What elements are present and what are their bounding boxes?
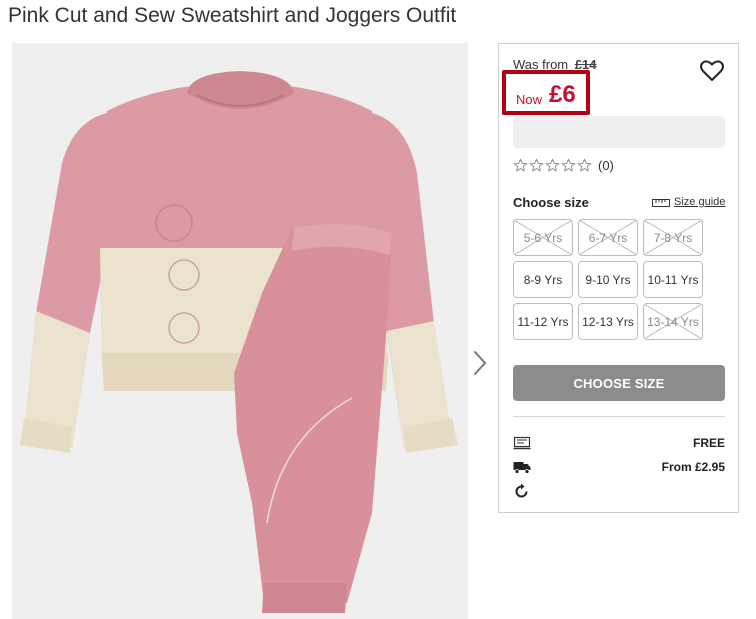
click-collect-value: FREE: [692, 436, 725, 450]
returns-row: [513, 482, 725, 500]
now-price-highlight: Now £6: [502, 70, 590, 115]
store-icon: [513, 436, 531, 450]
size-guide-link[interactable]: Size guide: [652, 196, 725, 208]
size-option-label: 9-10 Yrs: [585, 272, 631, 287]
divider: [513, 416, 725, 417]
size-option[interactable]: 8-9 Yrs: [513, 261, 573, 298]
size-option-label: 7-8 Yrs: [653, 230, 693, 245]
purchase-panel: Was from £14 Now £6 (0) Choose size Size…: [498, 43, 739, 513]
choose-size-label: Choose size: [513, 195, 589, 210]
star-outline-icon: [513, 158, 528, 172]
product-title: Pink Cut and Sew Sweatshirt and Joggers …: [8, 4, 457, 27]
choose-size-button[interactable]: CHOOSE SIZE: [513, 365, 725, 401]
star-outline-icon: [561, 158, 576, 172]
size-option-label: 12-13 Yrs: [582, 314, 634, 329]
size-option[interactable]: 7-8 Yrs: [643, 219, 703, 256]
size-option[interactable]: 12-13 Yrs: [578, 303, 638, 340]
star-outline-icon: [529, 158, 544, 172]
now-price: £6: [549, 81, 576, 108]
chevron-right-icon[interactable]: [472, 350, 488, 376]
ruler-icon: [652, 199, 670, 207]
star-outline-icon: [577, 158, 592, 172]
truck-icon: [513, 462, 531, 474]
size-option[interactable]: 9-10 Yrs: [578, 261, 638, 298]
size-option-label: 5-6 Yrs: [523, 230, 563, 245]
size-option[interactable]: 6-7 Yrs: [578, 219, 638, 256]
return-icon: [515, 483, 528, 498]
size-option[interactable]: 11-12 Yrs: [513, 303, 573, 340]
product-image[interactable]: [12, 43, 468, 619]
home-delivery-row: From £2.95: [513, 458, 725, 476]
size-option-label: 10-11 Yrs: [647, 272, 699, 287]
size-option-label: 6-7 Yrs: [588, 230, 628, 245]
size-guide-label[interactable]: Size guide: [674, 196, 725, 208]
home-delivery-value: From £2.95: [661, 460, 725, 474]
size-options: 5-6 Yrs 6-7 Yrs 7-8 Yrs 8-9 Yrs 9-10 Yrs 10-1…: [513, 219, 703, 340]
size-option[interactable]: 13-14 Yrs: [643, 303, 703, 340]
now-label: Now: [516, 92, 543, 107]
outfit-illustration: [12, 43, 468, 619]
rating-count[interactable]: (0): [598, 158, 614, 173]
heart-icon[interactable]: [699, 59, 725, 83]
size-option-label: 8-9 Yrs: [523, 272, 563, 287]
size-option-label: 11-12 Yrs: [517, 314, 569, 329]
click-collect-row: FREE: [513, 434, 725, 452]
star-rating: [513, 158, 592, 173]
star-outline-icon: [545, 158, 560, 172]
size-option-label: 13-14 Yrs: [647, 314, 699, 329]
size-option[interactable]: 5-6 Yrs: [513, 219, 573, 256]
rating[interactable]: (0): [513, 158, 614, 173]
size-option[interactable]: 10-11 Yrs: [643, 261, 703, 298]
promo-placeholder: [513, 116, 725, 148]
